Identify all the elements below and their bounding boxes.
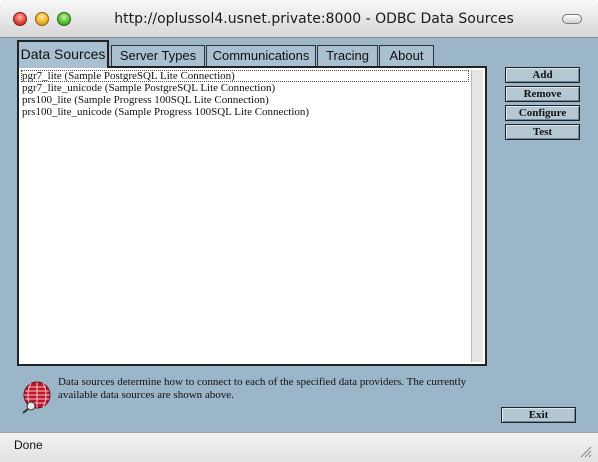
title-bar[interactable]: http://oplussol4.usnet.private:8000 - OD… [0,0,598,38]
info-description: Data sources determine how to connect to… [58,376,467,401]
add-button[interactable]: Add [505,67,580,83]
app-window: http://oplussol4.usnet.private:8000 - OD… [0,0,598,462]
tab-about[interactable]: About [379,45,434,66]
tab-data-sources[interactable]: Data Sources [17,40,109,68]
list-item[interactable]: prs100_lite_unicode (Sample Progress 100… [21,106,469,118]
status-bar: Done [0,432,598,462]
list-item[interactable]: prs100_lite (Sample Progress 100SQL Lite… [21,94,469,106]
window-title: http://oplussol4.usnet.private:8000 - OD… [114,11,514,27]
list-item[interactable]: pgr7_lite_unicode (Sample PostgreSQL Lit… [21,82,469,94]
data-sources-globe-icon [20,380,54,414]
exit-button[interactable]: Exit [501,407,576,423]
tab-server-types[interactable]: Server Types [111,45,205,66]
status-text: Done [14,438,43,452]
configure-button[interactable]: Configure [505,105,580,121]
tab-tracing[interactable]: Tracing [317,45,378,66]
data-sources-panel: pgr7_lite (Sample PostgreSQL Lite Connec… [17,66,487,366]
list-scrollbar[interactable] [471,70,483,362]
tab-communications[interactable]: Communications [206,45,316,66]
close-window-icon[interactable] [13,12,27,26]
minimize-window-icon[interactable] [35,12,49,26]
data-source-list[interactable]: pgr7_lite (Sample PostgreSQL Lite Connec… [21,70,469,362]
test-button[interactable]: Test [505,124,580,140]
list-item[interactable]: pgr7_lite (Sample PostgreSQL Lite Connec… [21,70,469,82]
zoom-window-icon[interactable] [57,12,71,26]
resize-grip-icon[interactable] [578,444,592,458]
remove-button[interactable]: Remove [505,86,580,102]
toolbar-toggle-icon[interactable] [562,14,582,24]
